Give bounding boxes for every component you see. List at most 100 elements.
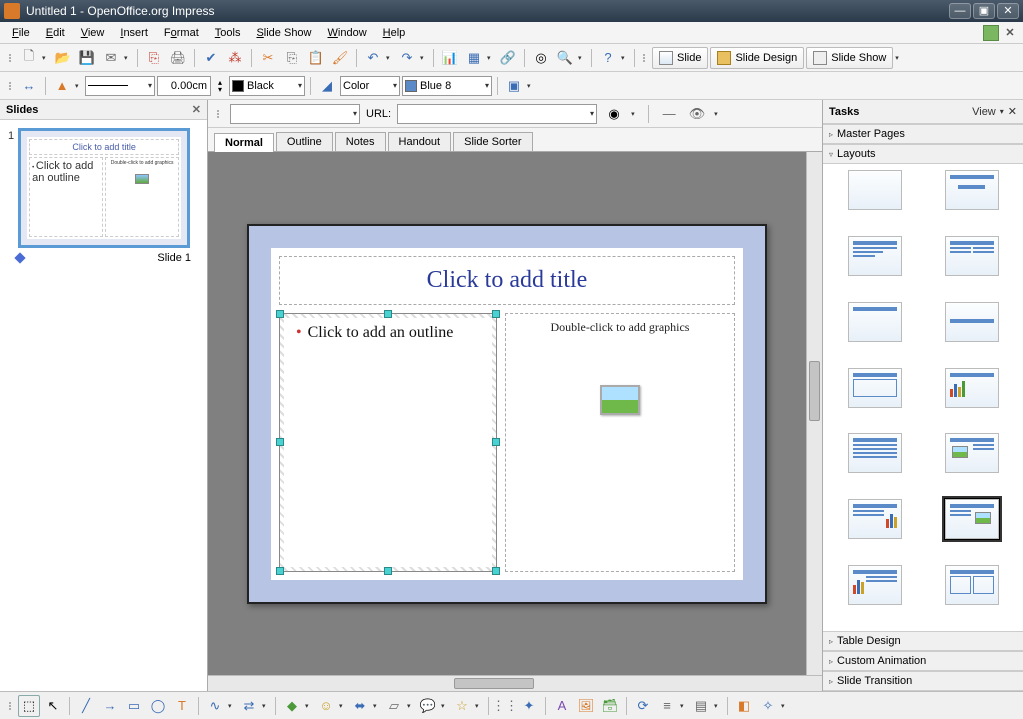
redo-button[interactable]: ↷: [396, 47, 418, 69]
outline-placeholder[interactable]: Click to add an outline: [279, 313, 497, 572]
autospell-button[interactable]: ⁂: [224, 47, 246, 69]
find-button[interactable]: 👁: [686, 103, 708, 125]
spellcheck-button[interactable]: ✔: [200, 47, 222, 69]
layout-centered[interactable]: [945, 302, 999, 342]
slide-thumbnail-1[interactable]: 1 Click to add title • Click to add an o…: [8, 128, 199, 248]
symbol-shapes-tool[interactable]: ☺: [315, 695, 337, 717]
section-slide-transition[interactable]: ▹Slide Transition: [823, 671, 1023, 691]
fill-color-select[interactable]: Blue 8▾: [402, 76, 492, 96]
email-button[interactable]: ✉: [100, 47, 122, 69]
toolbar-grip-4[interactable]: [214, 104, 221, 124]
save-button[interactable]: 💾: [76, 47, 98, 69]
graphic-placeholder[interactable]: Double-click to add graphics: [505, 313, 735, 572]
maximize-button[interactable]: ▣: [973, 3, 995, 19]
line-width-spinner[interactable]: ▴▾: [213, 75, 227, 97]
toolbar-grip[interactable]: [6, 48, 13, 68]
open-button[interactable]: 📂: [52, 47, 74, 69]
slides-panel-close[interactable]: ✕: [192, 103, 201, 116]
insert-slide-button[interactable]: Slide: [652, 47, 708, 69]
copy-button[interactable]: ⎘: [281, 47, 303, 69]
chart-button[interactable]: 📊: [439, 47, 461, 69]
line-toolbar-overflow[interactable]: ▾: [527, 82, 535, 90]
stars-dropdown[interactable]: ▾: [475, 702, 483, 710]
drawing-toolbar-overflow[interactable]: ▾: [781, 702, 789, 710]
target-frame-button[interactable]: ◉: [603, 103, 625, 125]
symbol-dropdown[interactable]: ▾: [339, 702, 347, 710]
table-button[interactable]: ▦: [463, 47, 485, 69]
arrows-dropdown[interactable]: ▾: [373, 702, 381, 710]
toolbar-grip-3[interactable]: [6, 76, 13, 96]
navigator-button[interactable]: ◎: [530, 47, 552, 69]
paste-button[interactable]: 📋: [305, 47, 327, 69]
undo-button[interactable]: ↶: [362, 47, 384, 69]
layout-title-chart[interactable]: [945, 368, 999, 408]
tasks-view-dropdown[interactable]: ▾: [1000, 107, 1004, 116]
target-dropdown[interactable]: ▾: [631, 110, 639, 118]
url-input[interactable]: ▾: [397, 104, 597, 124]
canvas-main[interactable]: Click to add title: [208, 152, 806, 675]
tasks-panel-close[interactable]: ✕: [1008, 105, 1017, 118]
basic-shapes-dropdown[interactable]: ▾: [305, 702, 313, 710]
menu-view[interactable]: View: [73, 25, 113, 41]
curve-tool[interactable]: ∿: [204, 695, 226, 717]
toolbar-overflow[interactable]: ▾: [621, 54, 629, 62]
menu-help[interactable]: Help: [375, 25, 414, 41]
layout-title-object[interactable]: [848, 368, 902, 408]
section-table-design[interactable]: ▹Table Design: [823, 631, 1023, 651]
horizontal-scrollbar[interactable]: [208, 675, 822, 691]
link-button[interactable]: —: [658, 103, 680, 125]
slide-design-button[interactable]: Slide Design: [710, 47, 804, 69]
tab-normal[interactable]: Normal: [214, 133, 274, 152]
menu-edit[interactable]: Edit: [38, 25, 73, 41]
align-dropdown[interactable]: ▾: [680, 702, 688, 710]
line-width-input[interactable]: [157, 76, 211, 96]
area-fill-button[interactable]: ◢: [316, 75, 338, 97]
slide-canvas[interactable]: Click to add title: [247, 224, 767, 604]
line-style-icon[interactable]: ▲: [51, 75, 73, 97]
arrange-dropdown[interactable]: ▾: [714, 702, 722, 710]
redo-dropdown[interactable]: ▾: [420, 54, 428, 62]
layout-title-clipart-text[interactable]: [945, 433, 999, 473]
layout-title-content[interactable]: [848, 236, 902, 276]
table-dropdown[interactable]: ▾: [487, 54, 495, 62]
tab-handout[interactable]: Handout: [388, 132, 452, 151]
line-tool[interactable]: ╱: [75, 695, 97, 717]
minimize-button[interactable]: —: [949, 3, 971, 19]
layout-title-chart-text[interactable]: [848, 565, 902, 605]
layout-title-text-clipart[interactable]: [945, 499, 999, 539]
menu-tools[interactable]: Tools: [207, 25, 249, 41]
new-doc-button[interactable]: 🗋: [18, 47, 40, 69]
layout-title[interactable]: [945, 170, 999, 210]
text-tool[interactable]: T: [171, 695, 193, 717]
line-end-dropdown[interactable]: ▾: [75, 82, 83, 90]
url-toolbar-overflow[interactable]: ▾: [714, 110, 722, 118]
glue-points-tool[interactable]: ✦: [518, 695, 540, 717]
fontwork-tool[interactable]: A: [551, 695, 573, 717]
block-arrows-tool[interactable]: ⬌: [349, 695, 371, 717]
slide-show-button[interactable]: Slide Show: [806, 47, 893, 69]
outline-bullet-text[interactable]: Click to add an outline: [296, 324, 480, 342]
layout-title-two-content[interactable]: [945, 236, 999, 276]
toolbar-grip-2[interactable]: [640, 48, 647, 68]
tab-slide-sorter[interactable]: Slide Sorter: [453, 132, 532, 151]
line-color-select[interactable]: Black▾: [229, 76, 305, 96]
close-window-button[interactable]: ✕: [997, 3, 1019, 19]
layout-title-two-objects[interactable]: [945, 565, 999, 605]
basic-shapes-tool[interactable]: ◆: [281, 695, 303, 717]
tab-notes[interactable]: Notes: [335, 132, 386, 151]
fill-mode-select[interactable]: Color▾: [340, 76, 400, 96]
callout-dropdown[interactable]: ▾: [441, 702, 449, 710]
from-file-tool[interactable]: 🖼: [575, 695, 597, 717]
rectangle-tool[interactable]: ▭: [123, 695, 145, 717]
format-paintbrush-button[interactable]: 🖌: [329, 47, 351, 69]
line-style-select[interactable]: ▾: [85, 76, 155, 96]
menu-file[interactable]: File: [4, 25, 38, 41]
callout-tool[interactable]: 💬: [417, 695, 439, 717]
arrange-tool[interactable]: ▤: [690, 695, 712, 717]
gallery-tool[interactable]: 🗃: [599, 695, 621, 717]
layout-blank[interactable]: [848, 170, 902, 210]
menu-insert[interactable]: Insert: [112, 25, 156, 41]
select-tool[interactable]: ⬚: [18, 695, 40, 717]
toolbar-grip-5[interactable]: [6, 696, 13, 716]
connector-dropdown[interactable]: ▾: [262, 702, 270, 710]
